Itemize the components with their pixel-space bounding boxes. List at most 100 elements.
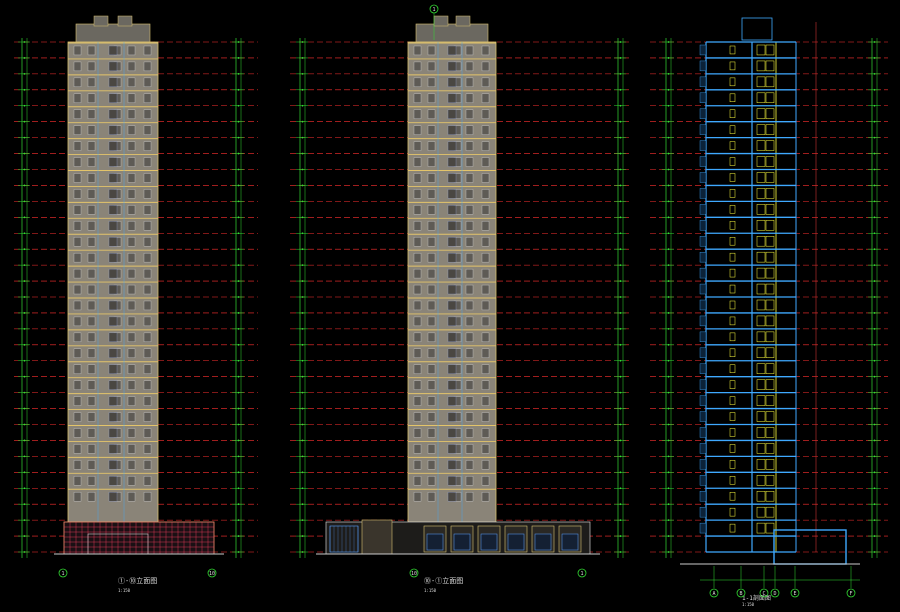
window xyxy=(87,109,96,119)
window xyxy=(427,396,436,406)
window xyxy=(127,268,136,279)
dimension-node xyxy=(873,551,876,553)
balcony xyxy=(699,363,707,374)
window xyxy=(127,109,136,119)
door-opening xyxy=(729,284,736,294)
window xyxy=(143,221,152,231)
window xyxy=(481,412,490,422)
window xyxy=(481,141,490,151)
balcony xyxy=(699,443,707,454)
dimension-node xyxy=(667,455,670,458)
stair-run xyxy=(765,491,775,502)
dimension-node xyxy=(667,471,670,474)
dimension-node xyxy=(619,57,622,59)
drawing-title-3: 1-1剖面图 xyxy=(742,594,771,602)
window xyxy=(143,237,152,247)
door-opening xyxy=(729,380,736,389)
stair-run xyxy=(756,188,766,199)
window xyxy=(73,109,82,119)
dimension-node xyxy=(301,41,304,43)
window xyxy=(87,125,96,135)
window xyxy=(87,237,96,247)
window xyxy=(127,141,136,151)
dimension-node xyxy=(619,407,622,410)
balcony-window xyxy=(108,492,118,502)
door-opening xyxy=(729,157,736,166)
dimension-node xyxy=(873,327,876,330)
dimension-node xyxy=(873,407,876,410)
dimension-node xyxy=(237,312,240,314)
section-axis-label-b: B xyxy=(739,591,742,597)
dimension-node xyxy=(667,41,670,43)
balcony-window xyxy=(108,61,118,72)
stair-run xyxy=(756,283,766,295)
window xyxy=(427,237,436,247)
dimension-node xyxy=(619,168,622,171)
dimension-node xyxy=(667,152,670,155)
dimension-node xyxy=(619,152,622,155)
window xyxy=(87,205,96,215)
dimension-node xyxy=(873,216,876,219)
window xyxy=(127,348,136,358)
dimension-node xyxy=(667,312,670,314)
balcony-window xyxy=(447,125,457,135)
window xyxy=(143,173,152,183)
door-opening xyxy=(729,45,736,55)
window xyxy=(127,332,136,343)
dimension-node xyxy=(23,88,26,91)
dimension-node xyxy=(237,407,240,410)
window xyxy=(465,141,474,151)
dimension-node xyxy=(619,471,622,474)
dimension-node xyxy=(237,216,240,219)
stair-run xyxy=(765,267,775,279)
balcony-window xyxy=(447,205,457,215)
window xyxy=(481,237,490,247)
window xyxy=(87,173,96,183)
window xyxy=(413,460,422,470)
balcony-window xyxy=(108,45,118,56)
balcony-window xyxy=(108,316,118,327)
balcony xyxy=(699,331,707,343)
window xyxy=(413,492,422,502)
dimension-node xyxy=(237,503,240,506)
stair-run xyxy=(765,379,775,390)
window xyxy=(143,252,152,263)
shop-window xyxy=(426,533,444,551)
dimension-node xyxy=(237,232,240,235)
stair-run xyxy=(756,491,766,502)
stair-run xyxy=(756,236,766,247)
dimension-node xyxy=(23,551,26,553)
section-axis-bubble-a: A xyxy=(709,588,719,598)
window xyxy=(143,380,152,390)
window xyxy=(87,189,96,199)
window xyxy=(127,189,136,199)
dimension-node xyxy=(873,423,876,426)
door-opening xyxy=(729,428,736,437)
axis-bubble-elev1-right: 10 xyxy=(207,568,217,578)
balcony xyxy=(699,491,707,502)
door-opening xyxy=(729,237,736,246)
balcony xyxy=(699,108,707,119)
dimension-node xyxy=(667,423,670,426)
dimension-node xyxy=(873,439,876,442)
dimension-node xyxy=(619,216,622,219)
window xyxy=(427,300,436,311)
dimension-node xyxy=(237,41,240,43)
dimension-node xyxy=(619,327,622,330)
door-opening xyxy=(729,507,736,517)
door-opening xyxy=(729,300,736,310)
dimension-node xyxy=(667,503,670,506)
window xyxy=(413,428,422,438)
balcony xyxy=(699,283,707,295)
dimension-node xyxy=(23,216,26,219)
balcony-window xyxy=(447,109,457,119)
stair-run xyxy=(756,299,766,311)
balcony-window xyxy=(447,237,457,247)
dimension-node xyxy=(873,168,876,171)
window xyxy=(481,428,490,438)
drawing-title-1: ①-⑩立面图 xyxy=(118,576,157,585)
dimension-node xyxy=(667,57,670,59)
dimension-node xyxy=(301,439,304,442)
door-opening xyxy=(729,364,736,373)
stair-run xyxy=(756,220,766,231)
